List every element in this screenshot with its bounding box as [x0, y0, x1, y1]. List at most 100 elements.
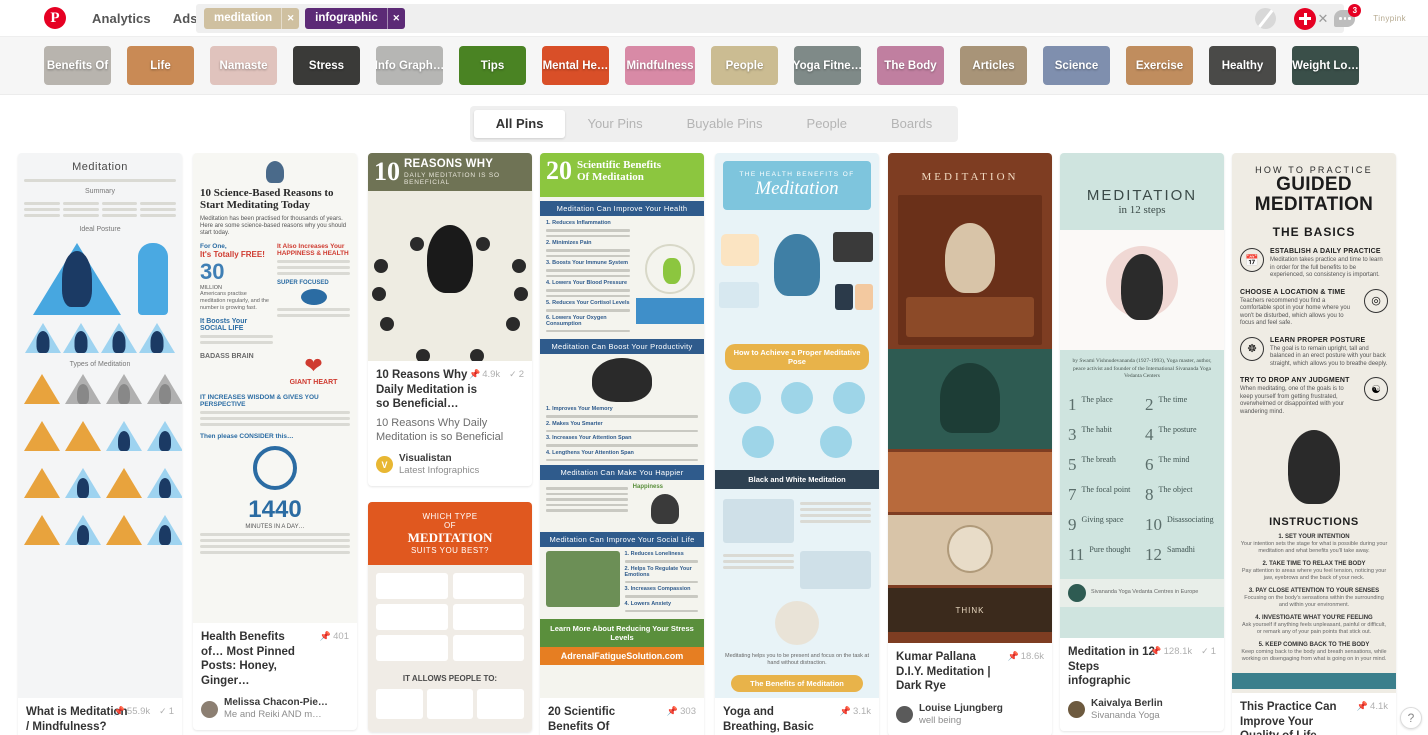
pin-card[interactable]: WHICH TYPE OF MEDITATION SUITS YOU BEST?…	[368, 501, 532, 732]
pin-author[interactable]: Kaivalya Berlin Sivananda Yoga	[1068, 698, 1216, 722]
add-pin-button[interactable]	[1294, 7, 1317, 30]
author-name: Visualistan	[399, 452, 452, 464]
filter-pill-mental-health[interactable]: Mental He…	[542, 46, 609, 85]
tab-your-pins[interactable]: Your Pins	[565, 110, 664, 138]
filter-pill-articles[interactable]: Articles	[960, 46, 1027, 85]
step-number: 7	[1068, 484, 1077, 504]
thumb-badass-brain: BADASS BRAIN	[200, 353, 254, 360]
pin-thumbnail[interactable]: Meditation Summary Ideal Posture Types o…	[18, 153, 182, 698]
thumb-inst-item: 3. PAY CLOSE ATTENTION TO YOUR SENSES	[1248, 588, 1380, 594]
step-number: 11	[1068, 544, 1085, 564]
thumb-item: 6. Lowers Your Oxygen Consumption	[546, 314, 607, 327]
pin-thumbnail[interactable]: 10 Science-Based Reasons to Start Medita…	[193, 153, 357, 623]
pin-thumbnail[interactable]: 20 Scientific Benefits Of Meditation Med…	[540, 153, 704, 698]
profile-avatar-button[interactable]	[1255, 8, 1277, 29]
filter-pill-life[interactable]: Life	[127, 46, 194, 85]
author-name: Kaivalya Berlin	[1091, 697, 1163, 709]
pin-meta: Health Benefits of… Most Pinned Posts: H…	[193, 623, 357, 730]
search-tag-infographic[interactable]: infographic ✕	[305, 8, 405, 29]
pin-card[interactable]: 10 Science-Based Reasons to Start Medita…	[193, 153, 357, 730]
tab-people[interactable]: People	[785, 110, 869, 138]
yin-yang-icon: ☯	[1364, 377, 1388, 401]
pinterest-logo-icon[interactable]: P	[44, 7, 66, 29]
search-bar[interactable]: meditation ✕ infographic ✕ ✕	[196, 4, 1344, 33]
filter-pill-weight-loss[interactable]: Weight Lo…	[1292, 46, 1359, 85]
repin-count: 📌 303	[666, 706, 696, 717]
check-icon: ✓	[159, 706, 167, 716]
pin-card[interactable]: 10 REASONS WHY DAILY MEDITATION IS SO BE…	[368, 153, 532, 486]
thumb-title: MEDITATION	[407, 529, 493, 545]
pin-card[interactable]: HOW TO PRACTICE GUIDED MEDITATION THE BA…	[1232, 153, 1396, 735]
thumb-title: Meditation	[72, 161, 128, 173]
thumb-basic-item: ◎ CHOOSE A LOCATION & TIME Teachers recom…	[1240, 288, 1388, 328]
thumb-credit: by Swami Vishnudevananda (1927-1993), Yo…	[1072, 358, 1212, 379]
meditation-silhouette-icon	[1121, 254, 1163, 320]
pin-thumbnail[interactable]: 10 REASONS WHY DAILY MEDITATION IS SO BE…	[368, 153, 532, 361]
filter-pill-tips[interactable]: Tips	[459, 46, 526, 85]
search-tag-meditation[interactable]: meditation ✕	[204, 8, 300, 29]
header-actions: 3 Tinypink	[1255, 0, 1428, 37]
filter-pill-the-body[interactable]: The Body	[877, 46, 944, 85]
pin-column-5: THE HEALTH BENEFITS OF Meditation How to…	[715, 153, 879, 735]
pin-column-2: 10 Science-Based Reasons to Start Medita…	[193, 153, 357, 735]
pin-thumbnail[interactable]: HOW TO PRACTICE GUIDED MEDITATION THE BA…	[1232, 153, 1396, 693]
plus-icon	[1294, 7, 1317, 30]
pin-thumbnail[interactable]: MEDITATION THINK Sivananda Yoga Vedanta …	[888, 153, 1052, 643]
filter-pill-namaste[interactable]: Namaste	[210, 46, 277, 85]
messages-badge: 3	[1348, 4, 1362, 17]
meditation-silhouette-icon	[427, 225, 473, 293]
author-name: Louise Ljungberg	[919, 702, 1003, 714]
filter-pill-people[interactable]: People	[711, 46, 778, 85]
item-heading: CHOOSE A LOCATION & TIME	[1240, 288, 1346, 296]
username-label[interactable]: Tinypink	[1373, 14, 1406, 23]
thumb-consider: Then please CONSIDER this…	[200, 433, 294, 440]
thumb-instructions-heading: INSTRUCTIONS	[1269, 516, 1359, 528]
filter-pill-yoga-fitness[interactable]: Yoga Fitne…	[794, 46, 861, 85]
tab-boards[interactable]: Boards	[869, 110, 954, 138]
thumb-line1: For One,	[200, 243, 227, 250]
repin-count: 📌 3.1k	[839, 706, 871, 717]
nav-analytics[interactable]: Analytics	[92, 11, 151, 26]
filter-pill-mindfulness[interactable]: Mindfulness	[625, 46, 695, 85]
remove-tag-icon[interactable]: ✕	[281, 8, 299, 29]
pin-card[interactable]: Meditation Summary Ideal Posture Types o…	[18, 153, 182, 735]
nav-ads[interactable]: Ads	[173, 11, 198, 26]
filter-pill-info-graph[interactable]: Info Graph…	[376, 46, 443, 85]
messages-button[interactable]: 3	[1334, 4, 1362, 27]
step-label: The breath	[1081, 454, 1116, 464]
pin-thumbnail[interactable]: WHICH TYPE OF MEDITATION SUITS YOU BEST?…	[368, 501, 532, 732]
remove-tag-icon[interactable]: ✕	[386, 8, 405, 29]
thumb-title: MEDITATION	[1086, 187, 1198, 204]
thumb-num: 10	[374, 157, 400, 186]
tab-buyable-pins[interactable]: Buyable Pins	[665, 110, 785, 138]
tab-all-pins[interactable]: All Pins	[473, 110, 566, 138]
pin-stats: 📌 18.6k	[1008, 651, 1044, 662]
pin-stats: 📌 4.1k	[1357, 701, 1388, 712]
step-number: 6	[1145, 454, 1154, 474]
pin-author[interactable]: Melissa Chacon-Pie… Me and Reiki AND m…	[201, 697, 349, 721]
filter-pill-exercise[interactable]: Exercise	[1126, 46, 1193, 85]
pin-card[interactable]: THE HEALTH BENEFITS OF Meditation How to…	[715, 153, 879, 735]
thumb-item: 1. Reduces Inflammation	[546, 220, 611, 226]
filter-pill-benefits-of[interactable]: Benefits Of	[44, 46, 111, 85]
like-count: ✓ 2	[509, 369, 524, 380]
pin-author[interactable]: V Visualistan Latest Infographics	[376, 453, 524, 477]
pin-author[interactable]: Louise Ljungberg well being	[896, 703, 1044, 727]
board-name: Sivananda Yoga	[1091, 709, 1160, 721]
step-number: 5	[1068, 454, 1077, 474]
step-label: Disassociating	[1167, 514, 1214, 524]
filter-pill-science[interactable]: Science	[1043, 46, 1110, 85]
help-button[interactable]: ?	[1400, 707, 1422, 729]
thumb-suits: SUITS YOU BEST?	[410, 545, 490, 555]
pin-description: 10 Reasons Why Daily Meditation is so Be…	[376, 416, 504, 443]
thumb-section-types: Types of Meditation	[69, 361, 131, 368]
pin-card[interactable]: 20 Scientific Benefits Of Meditation Med…	[540, 153, 704, 735]
filter-pill-healthy[interactable]: Healthy	[1209, 46, 1276, 85]
pin-card[interactable]: MEDITATION THINK Sivananda Yoga Vedanta …	[888, 153, 1052, 735]
thumb-badass: SUPER FOCUSED	[277, 280, 329, 286]
pin-thumbnail[interactable]: THE HEALTH BENEFITS OF Meditation How to…	[715, 153, 879, 698]
step-label: The object	[1158, 484, 1193, 494]
pin-card[interactable]: MEDITATION in 12 steps by Swami Vishnude…	[1060, 153, 1224, 731]
filter-pill-stress[interactable]: Stress	[293, 46, 360, 85]
pin-thumbnail[interactable]: MEDITATION in 12 steps by Swami Vishnude…	[1060, 153, 1224, 638]
